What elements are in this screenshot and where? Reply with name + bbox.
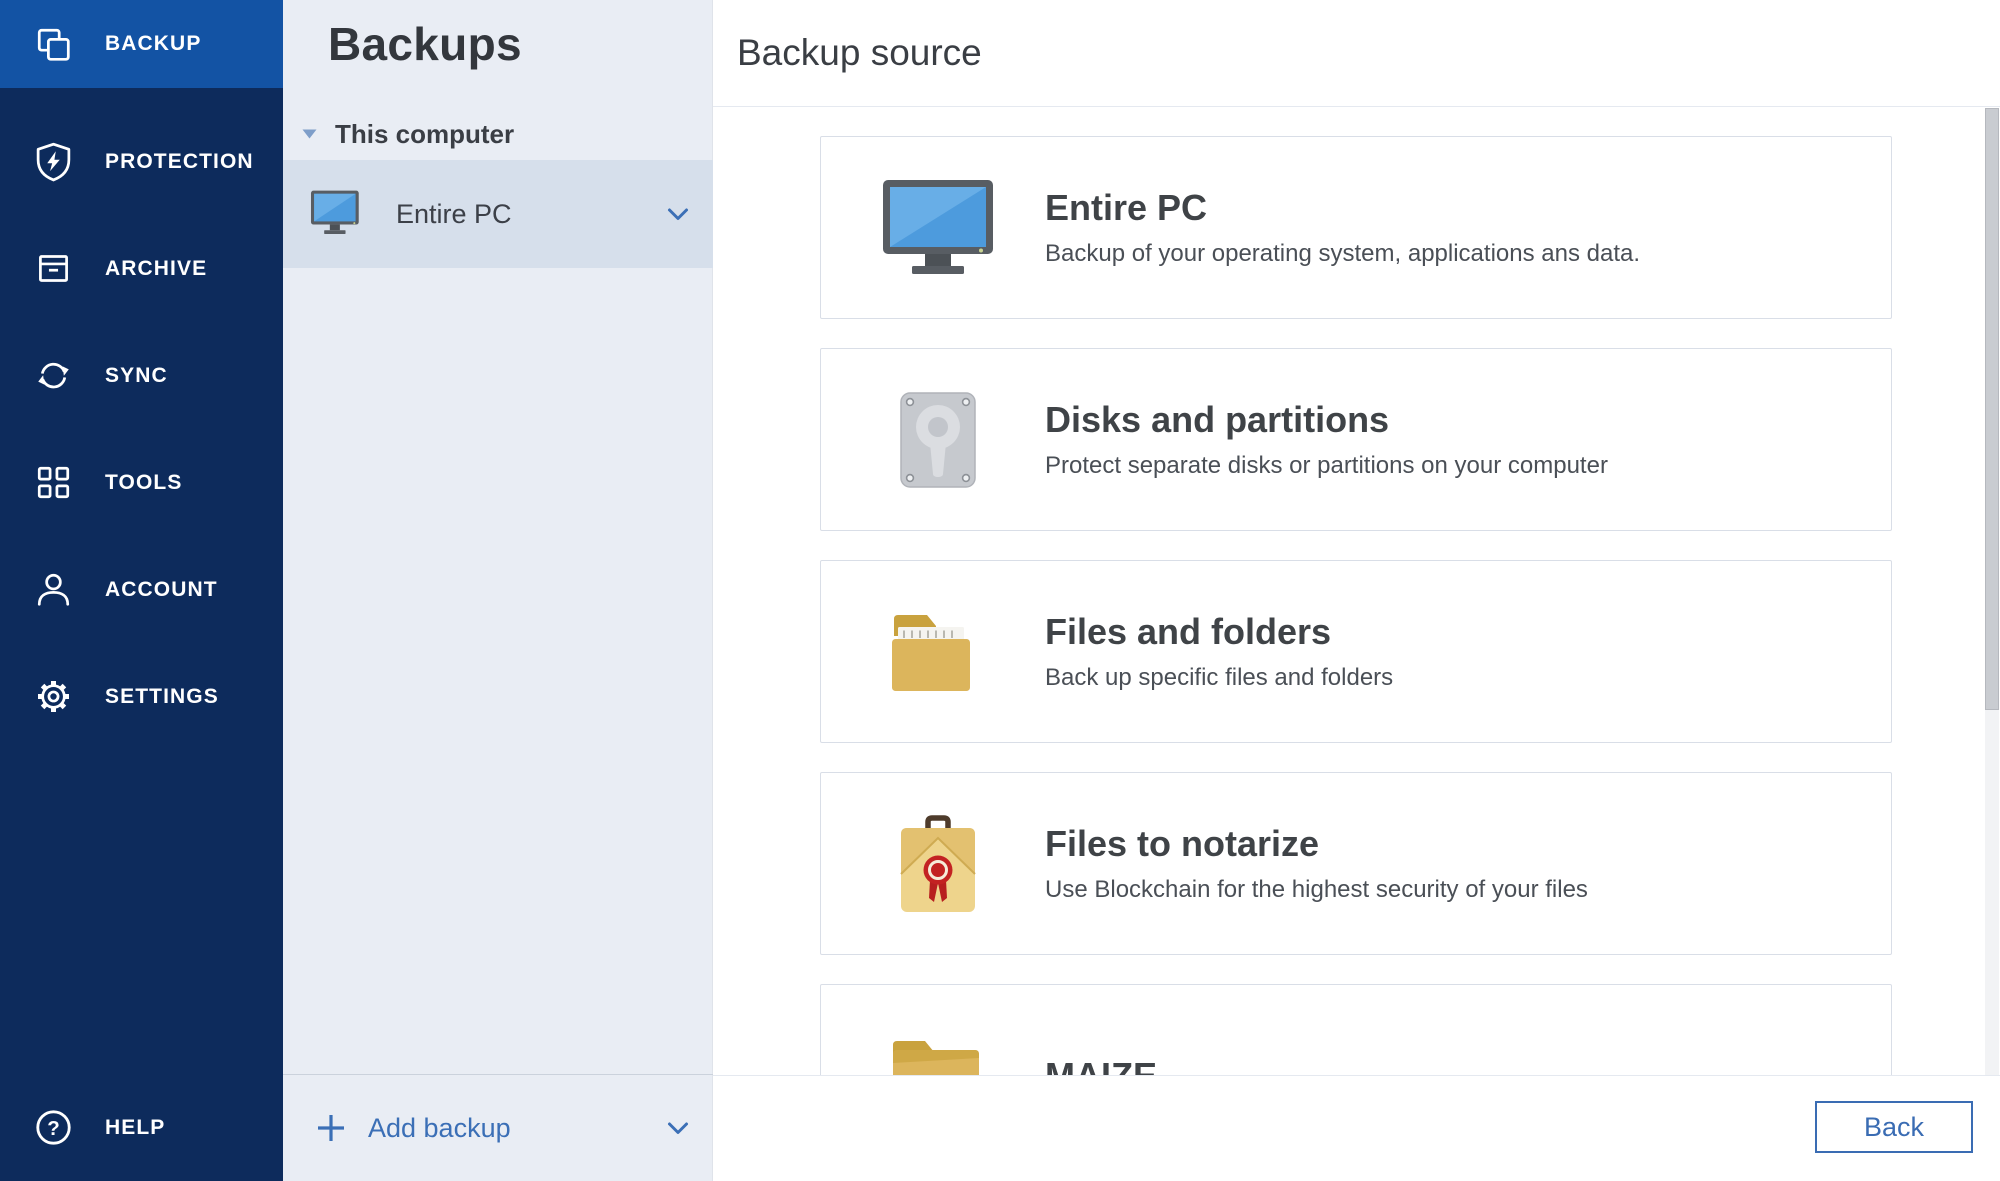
card-title: Entire PC bbox=[1045, 187, 1640, 229]
scrollbar-thumb[interactable] bbox=[1985, 108, 1999, 710]
add-backup-label: Add backup bbox=[368, 1113, 511, 1144]
sidebar-item-label: SETTINGS bbox=[105, 685, 219, 709]
settings-gear-icon bbox=[33, 676, 74, 717]
folder-icon bbox=[889, 1037, 987, 1076]
backups-panel-title: Backups bbox=[328, 17, 522, 71]
account-person-icon bbox=[33, 569, 74, 610]
archive-box-icon bbox=[33, 248, 74, 289]
sidebar-item-archive[interactable]: ARCHIVE bbox=[0, 215, 283, 322]
backup-source-list: Entire PC Backup of your operating syste… bbox=[713, 108, 2000, 1075]
card-description: Backup of your operating system, applica… bbox=[1045, 240, 1640, 268]
backups-panel: Backups This computer Entire PC bbox=[283, 0, 713, 1181]
protection-shield-icon bbox=[33, 141, 74, 182]
monitor-icon bbox=[310, 190, 366, 239]
tools-grid-icon bbox=[33, 462, 74, 503]
main-area: Backup source Entire PC Bac bbox=[713, 0, 2000, 1181]
notarize-seal-icon bbox=[898, 814, 978, 914]
card-description: Protect separate disks or partitions on … bbox=[1045, 452, 1608, 480]
card-description: Back up specific files and folders bbox=[1045, 664, 1393, 692]
add-backup-button[interactable]: Add backup bbox=[283, 1074, 713, 1181]
triangle-down-icon bbox=[302, 129, 317, 139]
sidebar-item-label: BACKUP bbox=[105, 32, 201, 56]
sidebar-item-settings[interactable]: SETTINGS bbox=[0, 643, 283, 750]
card-title: Files and folders bbox=[1045, 611, 1393, 653]
back-button[interactable]: Back bbox=[1815, 1101, 1973, 1153]
main-header: Backup source bbox=[713, 0, 2000, 107]
main-bottom-bar: Back bbox=[713, 1075, 2000, 1181]
group-label: This computer bbox=[335, 119, 514, 150]
help-question-icon: ? bbox=[33, 1107, 74, 1148]
sidebar-item-help[interactable]: ? HELP bbox=[0, 1074, 283, 1181]
hard-disk-icon bbox=[899, 391, 977, 489]
card-title: MAIZE bbox=[1045, 1055, 1157, 1076]
page-title: Backup source bbox=[737, 32, 982, 74]
chevron-down-icon[interactable] bbox=[667, 207, 689, 222]
backup-item-label: Entire PC bbox=[396, 199, 512, 230]
card-files-to-notarize[interactable]: Files to notarize Use Blockchain for the… bbox=[820, 772, 1892, 955]
sidebar-item-label: ACCOUNT bbox=[105, 578, 218, 602]
card-disks-and-partitions[interactable]: Disks and partitions Protect separate di… bbox=[820, 348, 1892, 531]
sidebar-item-label: TOOLS bbox=[105, 471, 182, 495]
plus-icon bbox=[316, 1113, 346, 1143]
monitor-icon bbox=[881, 178, 995, 278]
sidebar-item-label: ARCHIVE bbox=[105, 257, 207, 281]
sidebar-item-label: HELP bbox=[105, 1116, 165, 1140]
sidebar-item-protection[interactable]: PROTECTION bbox=[0, 108, 283, 215]
sidebar-item-account[interactable]: ACCOUNT bbox=[0, 536, 283, 643]
backup-item-entire-pc[interactable]: Entire PC bbox=[283, 160, 713, 268]
sync-arrows-icon bbox=[33, 355, 74, 396]
card-title: Files to notarize bbox=[1045, 823, 1588, 865]
group-this-computer[interactable]: This computer bbox=[302, 118, 514, 150]
sidebar-item-backup[interactable]: BACKUP bbox=[0, 0, 283, 88]
sidebar-item-label: PROTECTION bbox=[105, 150, 254, 174]
card-maize[interactable]: MAIZE bbox=[820, 984, 1892, 1075]
sidebar-item-label: SYNC bbox=[105, 364, 168, 388]
card-files-and-folders[interactable]: Files and folders Back up specific files… bbox=[820, 560, 1892, 743]
card-description: Use Blockchain for the highest security … bbox=[1045, 876, 1588, 904]
sidebar-item-tools[interactable]: TOOLS bbox=[0, 429, 283, 536]
svg-text:?: ? bbox=[47, 1117, 60, 1140]
backup-copy-icon bbox=[33, 24, 74, 65]
sidebar: BACKUP PROTECTION ARCHIVE bbox=[0, 0, 283, 1181]
app-window: BACKUP PROTECTION ARCHIVE bbox=[0, 0, 2000, 1181]
card-title: Disks and partitions bbox=[1045, 399, 1608, 441]
sidebar-item-sync[interactable]: SYNC bbox=[0, 322, 283, 429]
scrollbar-track[interactable] bbox=[1985, 108, 1999, 1075]
chevron-down-icon[interactable] bbox=[667, 1121, 689, 1136]
folder-files-icon bbox=[889, 610, 987, 694]
card-entire-pc[interactable]: Entire PC Backup of your operating syste… bbox=[820, 136, 1892, 319]
